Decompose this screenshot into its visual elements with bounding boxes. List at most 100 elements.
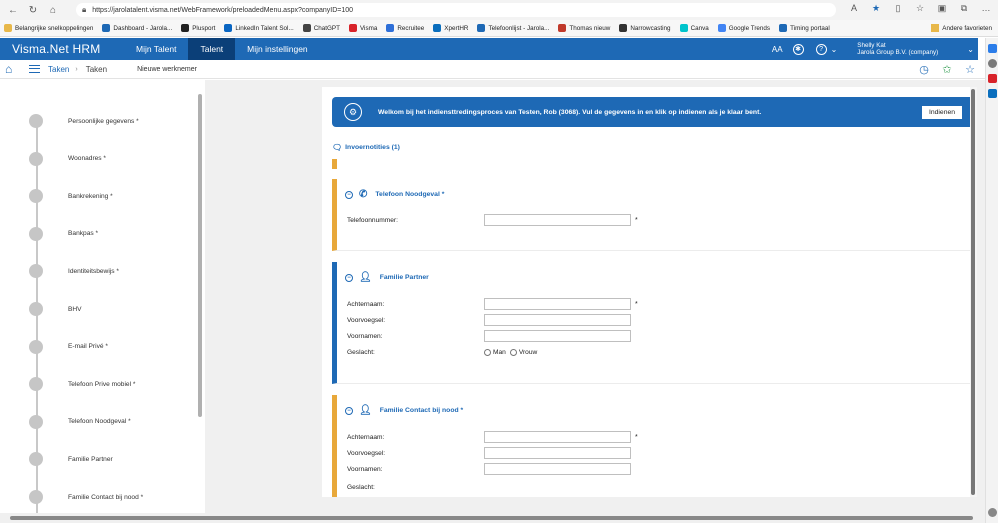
achternaam-label: Achternaam: bbox=[347, 300, 385, 308]
bookmark-icon bbox=[433, 24, 442, 32]
voorvoegsel-label: Voorvoegsel: bbox=[347, 449, 386, 457]
voornamen-input[interactable] bbox=[484, 463, 631, 475]
bookmark-item[interactable]: Belangrijke snelkoppelingen bbox=[4, 24, 93, 32]
tab-mijn-talent[interactable]: Mijn Talent bbox=[124, 38, 188, 60]
person-icon: 👤︎ bbox=[359, 405, 372, 416]
page-subtitle: Nieuwe werknemer bbox=[137, 65, 197, 73]
section-familie-contact: − 👤︎ Familie Contact bij nood * Achterna… bbox=[332, 395, 970, 497]
step-label: Telefoon Noodgeval * bbox=[68, 418, 131, 426]
voorvoegsel-input[interactable] bbox=[484, 447, 631, 459]
copilot-icon[interactable] bbox=[988, 44, 997, 53]
wizard-step[interactable]: Familie Contact bij nood * bbox=[29, 490, 143, 504]
wizard-scrollbar[interactable] bbox=[198, 94, 202, 417]
panel-scrollbar[interactable] bbox=[970, 87, 977, 497]
read-aloud-icon[interactable]: A bbox=[848, 3, 860, 14]
company-name: Jarola Group B.V. (company) bbox=[857, 49, 939, 56]
radio-vrouw[interactable] bbox=[509, 348, 517, 356]
bookmark-item[interactable]: ChatGPT bbox=[302, 24, 340, 32]
step-label: Familie Contact bij nood * bbox=[68, 493, 144, 501]
home-browser-icon[interactable]: ⌂ bbox=[46, 3, 60, 17]
extensions-icon[interactable]: ⧉ bbox=[958, 3, 970, 14]
bookmark-item[interactable]: Visma bbox=[348, 24, 378, 32]
wizard-step[interactable]: Woonadres * bbox=[29, 151, 106, 166]
refresh-icon[interactable]: ↻ bbox=[26, 3, 40, 17]
bookmark-item[interactable]: Narrowcasting bbox=[619, 24, 671, 32]
chevron-down-icon[interactable]: ⌄ bbox=[831, 45, 838, 54]
add-favorite-icon[interactable]: ✩ bbox=[940, 62, 954, 76]
sidebar-settings-icon[interactable] bbox=[988, 508, 997, 517]
wizard-step[interactable]: E-mail Privé * bbox=[29, 339, 108, 354]
wizard-step[interactable]: Bankpas * bbox=[29, 226, 98, 241]
bookmark-item[interactable]: XpertHR bbox=[433, 24, 468, 32]
bookmark-item[interactable]: Telefoonlijst - Jarola... bbox=[477, 24, 549, 32]
split-screen-icon[interactable]: ▯ bbox=[892, 3, 904, 14]
bookmark-label: Visma bbox=[359, 24, 378, 32]
wizard-step[interactable]: Identiteitsbewijs * bbox=[29, 264, 119, 279]
collapse-icon[interactable]: − bbox=[345, 273, 353, 282]
bookmark-item[interactable]: Dashboard - Jarola... bbox=[102, 24, 172, 32]
step-dot-icon bbox=[29, 264, 43, 279]
user-chevron-icon[interactable]: ⌄ bbox=[967, 45, 974, 54]
phone-input[interactable] bbox=[484, 214, 631, 226]
step-dot-icon bbox=[29, 377, 43, 392]
back-icon[interactable]: ← bbox=[6, 3, 20, 17]
achternaam-input[interactable] bbox=[484, 298, 631, 310]
bookmark-icon bbox=[679, 24, 688, 32]
section-header[interactable]: − ✆ Telefoon Noodgeval * bbox=[345, 189, 444, 200]
collapse-icon[interactable]: − bbox=[345, 406, 353, 415]
achternaam-input[interactable] bbox=[484, 431, 631, 443]
wizard-step[interactable]: Telefoon Noodgeval * bbox=[29, 414, 131, 429]
bookmark-item[interactable]: Thomas nieuw bbox=[558, 24, 610, 32]
horizontal-scroll-thumb[interactable] bbox=[10, 516, 973, 520]
outlook-icon[interactable] bbox=[988, 89, 997, 98]
horizontal-scrollbar[interactable] bbox=[0, 513, 985, 523]
tab-mijn-instellingen[interactable]: Mijn instellingen bbox=[235, 38, 319, 60]
star-icon[interactable]: ☆ bbox=[963, 62, 977, 76]
step-label: Woonadres * bbox=[68, 155, 106, 163]
bookmark-icon bbox=[717, 24, 726, 32]
bookmark-icon bbox=[102, 24, 111, 32]
wizard-step[interactable]: Persoonlijke gegevens * bbox=[29, 114, 139, 128]
user-menu[interactable]: Shelly Kat Jarola Group B.V. (company) bbox=[857, 42, 967, 56]
bookmark-item[interactable]: LinkedIn Talent Sol... bbox=[224, 24, 294, 32]
sidebar-shopping-icon[interactable] bbox=[988, 74, 997, 83]
bookmark-item[interactable]: Canva bbox=[679, 24, 709, 32]
step-dot-icon bbox=[29, 414, 43, 429]
bookmark-label: Narrowcasting bbox=[630, 24, 671, 32]
section-title: Familie Partner bbox=[379, 274, 429, 281]
voorvoegsel-input[interactable] bbox=[484, 314, 631, 326]
collections-icon[interactable]: ▣ bbox=[936, 3, 948, 14]
input-notes-link[interactable]: 🗨︎ Invoernotities (1) bbox=[332, 143, 400, 152]
address-bar[interactable]: 🔒︎ https://jarolatalent.visma.net/WebFra… bbox=[76, 3, 836, 17]
section-header[interactable]: − 👤︎ Familie Contact bij nood * bbox=[345, 405, 463, 416]
voornamen-input[interactable] bbox=[484, 330, 631, 342]
other-favorites[interactable]: Andere favorieten bbox=[931, 24, 992, 32]
home-icon[interactable]: ⌂ bbox=[5, 62, 19, 76]
collapse-icon[interactable]: − bbox=[345, 190, 353, 199]
help-icon[interactable]: ? bbox=[815, 43, 827, 55]
tab-talent[interactable]: Talent bbox=[188, 38, 236, 60]
panel-scroll-thumb[interactable] bbox=[971, 89, 975, 495]
app-logo[interactable]: Visma.Net HRM bbox=[0, 42, 124, 56]
wizard-step[interactable]: Telefoon Prive mobiel * bbox=[29, 377, 135, 392]
bookmark-item[interactable]: Recruitee bbox=[386, 24, 424, 32]
wizard-step[interactable]: Familie Partner bbox=[29, 452, 113, 467]
favorites-icon[interactable]: ☆ bbox=[914, 3, 926, 14]
voorvoegsel-row: Voorvoegsel: bbox=[347, 314, 631, 326]
radio-man[interactable] bbox=[484, 348, 491, 356]
wizard-step[interactable]: Bankrekening * bbox=[29, 189, 113, 204]
favorite-star-icon[interactable]: ★ bbox=[870, 3, 882, 14]
history-icon[interactable]: ◷ bbox=[917, 62, 931, 76]
sidebar-search-icon[interactable] bbox=[988, 59, 997, 68]
more-icon[interactable]: … bbox=[980, 3, 992, 14]
hamburger-menu-icon[interactable] bbox=[29, 65, 40, 73]
accessibility-icon[interactable]: ✱ bbox=[792, 43, 804, 55]
bookmark-item[interactable]: Google Trends bbox=[717, 24, 770, 32]
section-header[interactable]: − 👤︎ Familie Partner bbox=[345, 272, 429, 283]
bookmark-item[interactable]: Timing portaal bbox=[779, 24, 830, 32]
submit-button[interactable]: Indienen bbox=[922, 106, 962, 119]
wizard-step[interactable]: BHV bbox=[29, 302, 82, 316]
breadcrumb-taken-link[interactable]: Taken bbox=[48, 65, 69, 74]
bookmark-item[interactable]: Plusport bbox=[181, 24, 215, 32]
font-size-icon[interactable]: AA bbox=[772, 45, 783, 54]
